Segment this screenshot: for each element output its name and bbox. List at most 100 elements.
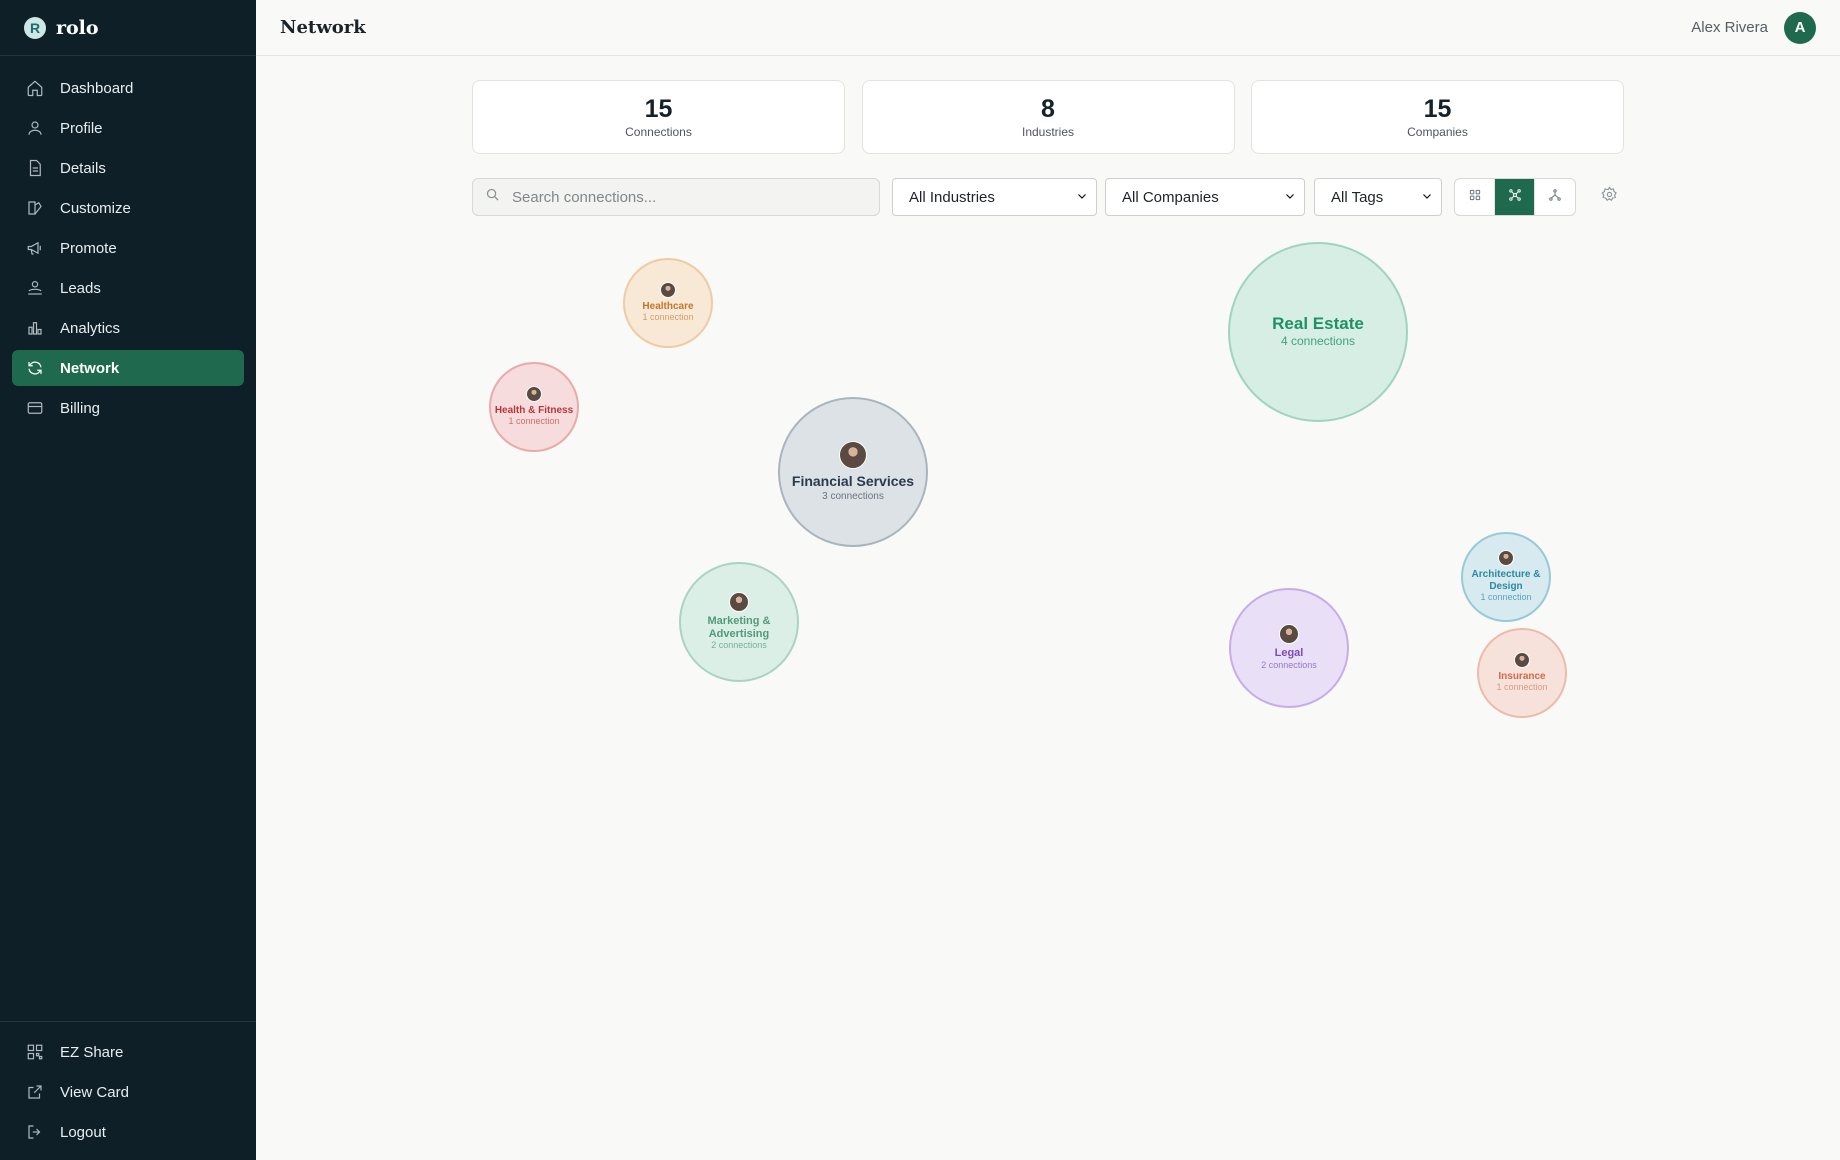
cluster-legal[interactable]: Legal 2 connections xyxy=(1229,588,1349,708)
sidebar-item-customize[interactable]: Customize xyxy=(12,190,244,226)
avatar[interactable]: A xyxy=(1784,11,1816,44)
grid-view-icon xyxy=(1468,188,1482,207)
sidebar-item-dashboard[interactable]: Dashboard xyxy=(12,70,244,106)
cluster-count: 1 connection xyxy=(508,416,560,427)
cluster-healthcare[interactable]: Healthcare 1 connection xyxy=(623,258,713,348)
sidebar-item-label: Details xyxy=(60,159,106,177)
qr-code-icon xyxy=(26,1043,44,1061)
cluster-name: Insurance xyxy=(1498,670,1546,682)
tree-view-icon xyxy=(1548,188,1562,207)
cluster-insurance[interactable]: Insurance 1 connection xyxy=(1477,628,1567,718)
sidebar-item-label: Logout xyxy=(60,1123,106,1141)
sidebar-item-label: Dashboard xyxy=(60,79,134,97)
sidebar-item-label: Profile xyxy=(60,119,103,137)
cluster-count: 2 connections xyxy=(711,640,767,651)
search-box[interactable] xyxy=(472,178,880,216)
sidebar-item-billing[interactable]: Billing xyxy=(12,390,244,426)
tag-select[interactable]: All Tags xyxy=(1314,178,1442,216)
sidebar-item-label: Leads xyxy=(60,279,101,297)
chevron-down-icon xyxy=(1076,189,1088,206)
sidebar-item-analytics[interactable]: Analytics xyxy=(12,310,244,346)
cluster-real-estate[interactable]: Real Estate 4 connections xyxy=(1228,242,1408,422)
gear-icon xyxy=(1601,186,1618,208)
refresh-icon xyxy=(26,359,44,377)
cluster-financial-services[interactable]: Financial Services 3 connections xyxy=(778,397,928,547)
user-menu[interactable]: Alex Rivera A xyxy=(1691,11,1816,44)
chevron-down-icon xyxy=(1284,189,1296,206)
cluster-name: Real Estate xyxy=(1272,314,1364,334)
chevron-down-icon xyxy=(1421,189,1433,206)
cluster-name: Legal xyxy=(1274,647,1304,660)
avatar xyxy=(1498,550,1514,567)
home-icon xyxy=(26,79,44,97)
sidebar-item-details[interactable]: Details xyxy=(12,150,244,186)
document-icon xyxy=(26,159,44,177)
stat-card-industries: 8 Industries xyxy=(861,80,1235,154)
sidebar-item-label: View Card xyxy=(60,1083,129,1101)
avatar xyxy=(526,385,542,402)
stat-label: Connections xyxy=(625,125,692,139)
stat-label: Companies xyxy=(1407,125,1468,139)
cluster-view-icon xyxy=(1508,188,1522,207)
sidebar-item-logout[interactable]: Logout xyxy=(12,1114,244,1150)
stat-value: 15 xyxy=(1423,95,1452,123)
cluster-count: 1 connection xyxy=(1480,592,1532,603)
sidebar-item-profile[interactable]: Profile xyxy=(12,110,244,146)
stat-value: 8 xyxy=(1041,95,1055,123)
grid-view-button[interactable] xyxy=(1455,179,1495,215)
sidebar-item-label: Customize xyxy=(60,199,131,217)
cluster-count: 1 connection xyxy=(642,312,694,323)
cluster-marketing-advertising[interactable]: Marketing & Advertising 2 connections xyxy=(679,562,799,682)
company-select[interactable]: All Companies xyxy=(1105,178,1305,216)
settings-button[interactable] xyxy=(1596,184,1622,210)
external-link-icon xyxy=(26,1083,44,1101)
stat-card-companies: 15 Companies xyxy=(1251,80,1624,154)
tree-view-button[interactable] xyxy=(1535,179,1575,215)
cluster-name: Architecture & Design xyxy=(1471,569,1541,592)
stats-row: 15 Connections 8 Industries 15 Companies xyxy=(472,80,1624,154)
cluster-architecture-design[interactable]: Architecture & Design 1 connection xyxy=(1461,532,1551,622)
avatar xyxy=(729,592,749,613)
logout-icon xyxy=(26,1123,44,1141)
search-icon xyxy=(485,187,500,207)
leads-icon xyxy=(26,279,44,297)
avatar xyxy=(839,441,867,470)
palette-icon xyxy=(26,199,44,217)
sidebar-footer: EZ Share View Card Logout xyxy=(0,1021,256,1160)
cluster-name: Healthcare xyxy=(642,300,694,312)
sidebar-item-label: Analytics xyxy=(60,319,121,337)
filter-toolbar: All Industries All Companies All Tags xyxy=(472,178,1632,216)
sidebar-item-view-card[interactable]: View Card xyxy=(12,1074,244,1110)
brand[interactable]: R rolo xyxy=(0,0,256,56)
page-title: Network xyxy=(280,17,366,38)
sidebar-item-label: Billing xyxy=(60,399,101,417)
company-select-value: All Companies xyxy=(1122,188,1219,206)
avatar xyxy=(1279,624,1299,645)
stat-label: Industries xyxy=(1021,125,1075,139)
bar-chart-icon xyxy=(26,319,44,337)
cluster-count: 2 connections xyxy=(1261,659,1317,670)
user-icon xyxy=(26,119,44,137)
sidebar: R rolo Dashboard Profile Details Customi… xyxy=(0,0,256,1160)
stat-value: 15 xyxy=(644,95,673,123)
sidebar-item-label: Promote xyxy=(60,239,117,257)
sidebar-item-label: EZ Share xyxy=(60,1043,124,1061)
cluster-count: 3 connections xyxy=(822,490,884,502)
cluster-health-fitness[interactable]: Health & Fitness 1 connection xyxy=(489,362,579,452)
cluster-name: Financial Services xyxy=(791,473,915,490)
avatar xyxy=(1514,651,1530,668)
brand-logo: R xyxy=(24,16,46,39)
sidebar-item-ez-share[interactable]: EZ Share xyxy=(12,1034,244,1070)
sidebar-item-network[interactable]: Network xyxy=(12,350,244,386)
sidebar-item-promote[interactable]: Promote xyxy=(12,230,244,266)
search-input[interactable] xyxy=(512,188,852,206)
credit-card-icon xyxy=(26,399,44,417)
cluster-count: 1 connection xyxy=(1496,682,1548,693)
sidebar-item-label: Network xyxy=(60,359,120,377)
stat-card-connections: 15 Connections xyxy=(472,80,845,154)
cluster-view-button[interactable] xyxy=(1495,179,1535,215)
industry-select[interactable]: All Industries xyxy=(892,178,1097,216)
sidebar-item-leads[interactable]: Leads xyxy=(12,270,244,306)
view-mode-toggle xyxy=(1454,178,1576,216)
cluster-count: 4 connections xyxy=(1280,333,1356,348)
